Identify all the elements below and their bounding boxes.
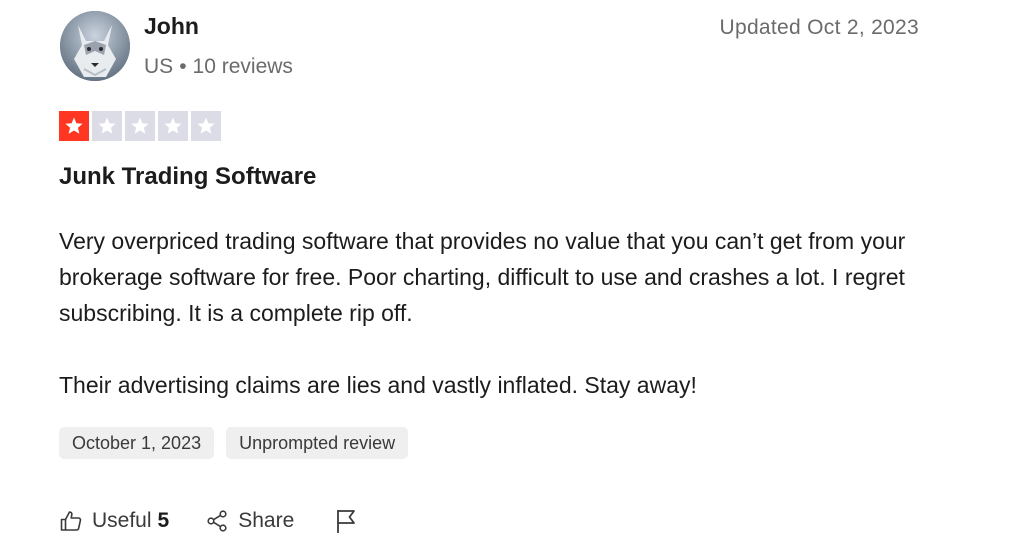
unprompted-review-badge[interactable]: Unprompted review (226, 427, 409, 459)
useful-count: 5 (157, 509, 170, 532)
star-empty-icon (125, 111, 155, 141)
share-label: Share (238, 509, 295, 532)
updated-date: Updated Oct 2, 2023 (719, 16, 919, 39)
share-icon (207, 510, 227, 532)
review-paragraph: Very overpriced trading software that pr… (59, 228, 906, 326)
report-button[interactable] (334, 508, 358, 534)
meta-separator: • (179, 55, 187, 78)
useful-label: Useful (92, 509, 152, 532)
review-actions: Useful 5 Share (59, 508, 358, 534)
star-empty-icon (92, 111, 122, 141)
star-rating (59, 111, 221, 141)
thumbs-up-icon (60, 511, 82, 531)
star-empty-icon (191, 111, 221, 141)
experience-date-badge: October 1, 2023 (59, 427, 215, 459)
star-filled-icon (59, 111, 89, 141)
share-button[interactable]: Share (205, 509, 294, 533)
review-title[interactable]: Junk Trading Software (59, 163, 316, 191)
useful-button[interactable]: Useful 5 (59, 509, 169, 533)
reviewer-meta: US • 10 reviews (144, 55, 293, 79)
flag-icon (337, 510, 356, 533)
star-empty-icon (158, 111, 188, 141)
wolf-avatar-image (60, 11, 130, 81)
review-paragraph: Their advertising claims are lies and va… (59, 372, 697, 398)
reviewer-reviews-count: 10 reviews (192, 55, 293, 78)
review-body: Very overpriced trading software that pr… (59, 223, 939, 403)
avatar[interactable] (60, 11, 130, 81)
review-tags: October 1, 2023 Unprompted review (59, 427, 409, 459)
reviewer-country: US (144, 55, 174, 78)
reviewer-name[interactable]: John (144, 13, 199, 40)
